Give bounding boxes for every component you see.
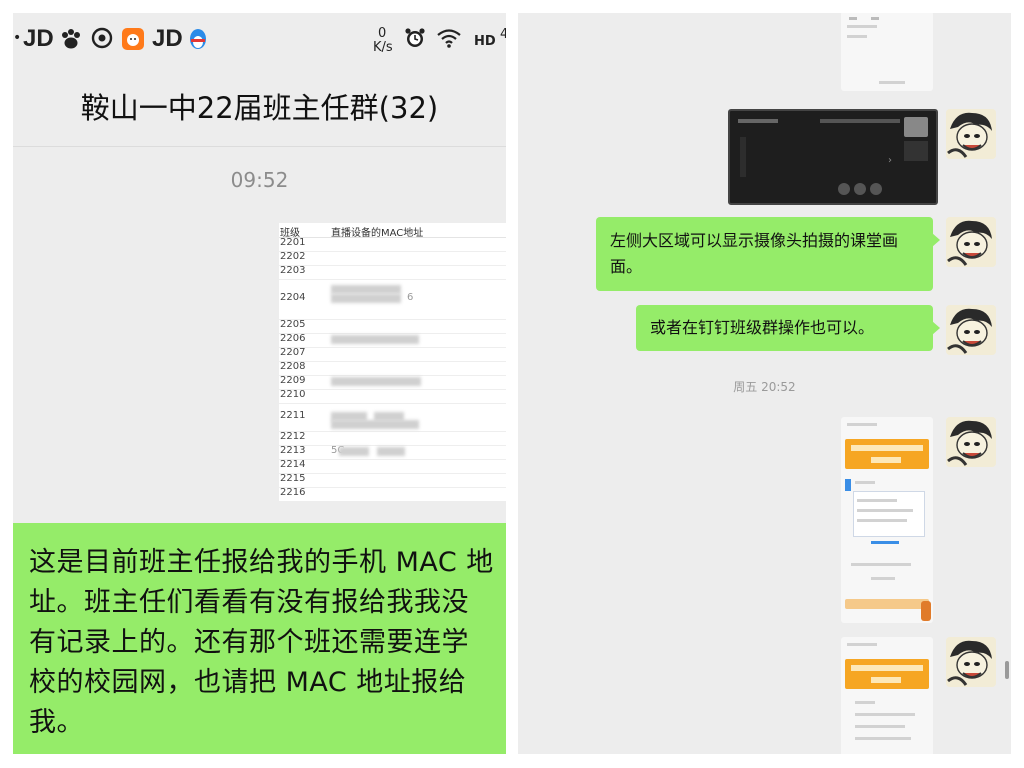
sheet-cell-class: 2206 [280,333,306,344]
sheet-cell-class: 2214 [280,459,306,470]
bubble-tail [932,233,940,247]
avatar[interactable] [946,417,996,467]
sheet-cell-class: 2203 [280,265,306,276]
sheet-row: 2202 [279,251,506,266]
message-text-1: 左侧大区域可以显示摄像头拍摄的课堂画面。 [610,231,899,276]
sheet-cell-class: 2202 [280,251,306,262]
jd-app-icon-2: JD [152,25,183,52]
sheet-row: 2212 [279,431,506,446]
avatar-image-icon [946,217,996,267]
status-bar: • JD JD 0 K/s HD 4 [13,13,506,69]
signal-indicator: 4 [500,27,506,42]
sheet-row: 2206 [279,333,506,348]
message-text-2: 或者在钉钉班级群操作也可以。 [650,318,875,337]
sheet-header: 班级 直播设备的MAC地址 [279,223,506,239]
redacted-blur [331,377,421,386]
redacted-blur [331,420,419,429]
title-divider [13,146,506,147]
sheet-row: 2204 6 [279,279,506,320]
avatar[interactable] [946,217,996,267]
sheet-row: 2201 [279,237,506,252]
qq-penguin-icon [187,27,209,57]
avatar-image-icon [946,417,996,467]
message-text: 这是目前班主任报给我的手机 MAC 地址。班主任们看看有没有报给我我没有记录上的… [29,547,494,738]
screenshot-image-thumb-2[interactable] [841,417,933,623]
sheet-cell-class: 2211 [280,410,306,421]
sheet-cell-class: 2212 [280,431,306,442]
sheet-row: 2207 [279,347,506,362]
jd-app-icon: JD [23,25,54,52]
sheet-cell-class: 2210 [280,389,306,400]
sheet-row: 2213 5C [279,445,506,460]
sheet-row: 2208 [279,361,506,376]
avatar[interactable] [946,637,996,687]
message-timestamp: 09:52 [230,168,289,192]
sheet-cell-class: 2201 [280,237,306,248]
message-bubble-outgoing-1[interactable]: 左侧大区域可以显示摄像头拍摄的课堂画面。 [596,217,940,291]
redacted-blur [331,285,401,294]
sheet-row: 2203 [279,265,506,280]
alarm-clock-icon [404,27,426,55]
sheet-row: 2215 [279,473,506,488]
sheet-cell-mac: 6 [407,292,414,303]
mac-address-sheet-image[interactable]: 班级 直播设备的MAC地址 2201 2202 2203 2204 6 2205 2206 2… [279,223,506,501]
redacted-blur [331,335,419,344]
sheet-row: 2209 [279,375,506,390]
redacted-blur [331,294,401,303]
play-arrow-icon: › [888,155,892,166]
sheet-row: 2211 [279,403,506,432]
bubble-tail [932,321,940,335]
message-bubble-outgoing-2[interactable]: 或者在钉钉班级群操作也可以。 [636,305,940,351]
avatar[interactable] [946,305,996,355]
screenshot-image-thumb-1[interactable] [841,13,933,91]
net-speed-value: 0 [378,26,387,41]
left-chat-screen: • JD JD 0 K/s HD 4 鞍山一中22届班主任群(32) 09:52… [13,13,506,754]
hand-icon [921,601,931,621]
app-face-icon [121,27,145,57]
sheet-cell-class: 2208 [280,361,306,372]
sheet-cell-class: 2207 [280,347,306,358]
sheet-cell-class: 2213 [280,445,306,456]
sheet-row: 2205 [279,319,506,334]
redacted-blur [339,447,369,456]
sheet-cell-class: 2205 [280,319,306,330]
message-bubble-outgoing[interactable]: 这是目前班主任报给我的手机 MAC 地址。班主任们看看有没有报给我我没有记录上的… [13,523,506,754]
redacted-blur [377,447,405,456]
avatar-image-icon [946,637,996,687]
net-speed-unit: K/s [373,40,393,55]
right-chat-screen: › 左侧大区域可以显示摄像头拍摄的课堂画面。 或者在钉钉班级群操作也可以。 周五… [518,13,1011,754]
avatar[interactable] [946,109,996,159]
sheet-row: 2214 [279,459,506,474]
notification-dot-icon: • [13,30,22,46]
screenshot-image-thumb-3[interactable] [841,637,933,754]
avatar-image-icon [946,305,996,355]
baidu-paw-icon [59,27,83,57]
sheet-cell-class: 2216 [280,487,306,498]
wifi-icon [436,27,462,55]
sheet-row: 2216 [279,487,506,501]
hd-badge: HD [474,34,496,49]
weibo-icon [91,27,113,55]
chat-title: 鞍山一中22届班主任群(32) [80,91,439,125]
sheet-cell-class: 2209 [280,375,306,386]
avatar-image-icon [946,109,996,159]
video-thumbnail[interactable]: › [728,109,938,205]
sheet-cell-class: 2215 [280,473,306,484]
scrollbar-thumb[interactable] [1005,661,1009,679]
sheet-row: 2210 [279,389,506,404]
message-timestamp-right: 周五 20:52 [733,380,796,394]
sheet-cell-class: 2204 [280,292,306,303]
